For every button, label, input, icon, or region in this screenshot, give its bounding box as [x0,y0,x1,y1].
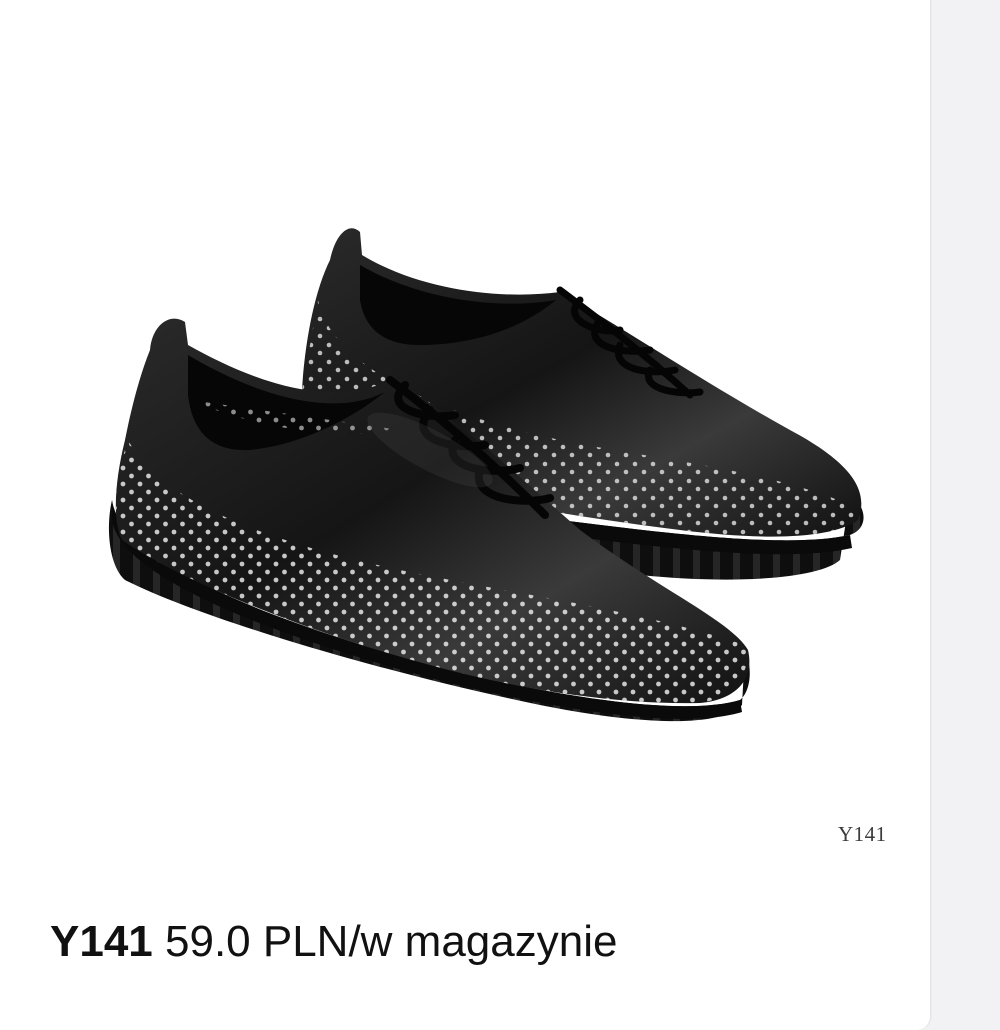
product-card[interactable]: Y141 Y141 59.0 PLN/w magazynie [0,0,931,1030]
product-photo[interactable] [0,0,930,900]
product-code: Y141 [50,917,153,966]
price-status: 59.0 PLN/w magazynie [165,917,618,966]
product-caption: Y141 59.0 PLN/w magazynie [50,920,617,964]
image-watermark: Y141 [838,822,887,846]
